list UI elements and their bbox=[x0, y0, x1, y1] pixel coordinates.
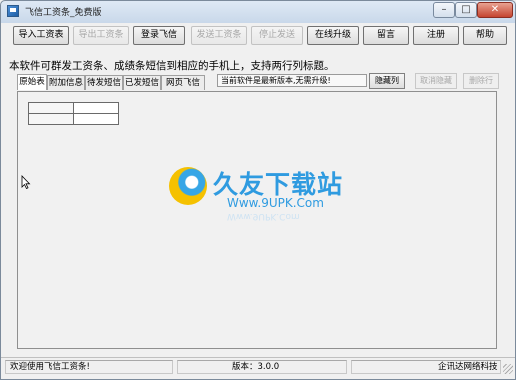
grid-cell[interactable] bbox=[28, 113, 74, 125]
table-row bbox=[28, 102, 119, 114]
online-upgrade-button[interactable]: 在线升级 bbox=[307, 26, 359, 45]
export-salary-button[interactable]: 导出工资条 bbox=[73, 26, 129, 45]
leave-message-button[interactable]: 留言 bbox=[363, 26, 409, 45]
help-button[interactable]: 帮助 bbox=[463, 26, 507, 45]
status-bar: 欢迎使用飞信工资条! 版本：3.0.0 企讯达网络科技 bbox=[1, 357, 515, 376]
tab-extra-info[interactable]: 附加信息 bbox=[47, 75, 85, 90]
hide-columns-button[interactable]: 隐藏列 bbox=[369, 73, 405, 89]
login-fetion-button[interactable]: 登录飞信 bbox=[133, 26, 185, 45]
table-row bbox=[28, 113, 119, 125]
grid-cell[interactable] bbox=[73, 102, 119, 114]
upgrade-status-message: 当前软件是最新版本,无需升级! bbox=[217, 74, 367, 87]
status-version: 版本：3.0.0 bbox=[177, 360, 347, 374]
description-text: 本软件可群发工资条、成绩条短信到相应的手机上，支持两行列标题。 bbox=[9, 60, 335, 72]
status-company: 企讯达网络科技 bbox=[351, 360, 501, 374]
window-title: 飞信工资条_免费版 bbox=[25, 8, 102, 18]
tab-original-sheet[interactable]: 原始表 bbox=[17, 74, 47, 90]
status-welcome: 欢迎使用飞信工资条! bbox=[5, 360, 173, 374]
resize-grip[interactable] bbox=[503, 364, 513, 374]
mouse-cursor-icon bbox=[21, 175, 31, 189]
watermark: 久友下载站 Www.9UPK.Com Www.9UPK.Com bbox=[169, 163, 349, 223]
tab-web-fetion[interactable]: 网页飞信 bbox=[161, 75, 205, 90]
minimize-button[interactable]: – bbox=[433, 2, 455, 18]
watermark-logo-icon bbox=[169, 167, 207, 205]
toolbar: 导入工资表 导出工资条 登录飞信 发送工资条 停止发送 在线升级 留言 注册 帮… bbox=[1, 23, 515, 47]
stop-send-button[interactable]: 停止发送 bbox=[251, 26, 303, 45]
cancel-hide-button[interactable]: 取消隐藏 bbox=[415, 73, 457, 89]
watermark-url: Www.9UPK.Com bbox=[227, 196, 324, 210]
grid-cell[interactable] bbox=[73, 113, 119, 125]
watermark-url-reflection: Www.9UPK.Com bbox=[227, 211, 300, 221]
app-icon bbox=[7, 5, 19, 17]
grid-cell[interactable] bbox=[28, 102, 74, 114]
maximize-button[interactable]: □ bbox=[455, 2, 477, 18]
send-salary-button[interactable]: 发送工资条 bbox=[191, 26, 247, 45]
close-button[interactable]: ✕ bbox=[477, 2, 513, 18]
title-bar: 飞信工资条_免费版 – □ ✕ bbox=[1, 1, 515, 21]
app-window: 飞信工资条_免费版 – □ ✕ 导入工资表 导出工资条 登录飞信 发送工资条 停… bbox=[0, 0, 516, 380]
tab-pending-sms[interactable]: 待发短信 bbox=[85, 75, 123, 90]
register-button[interactable]: 注册 bbox=[413, 26, 459, 45]
tab-sent-sms[interactable]: 已发短信 bbox=[123, 75, 161, 90]
grid-table[interactable] bbox=[28, 102, 119, 125]
delete-row-button[interactable]: 删除行 bbox=[463, 73, 499, 89]
import-salary-button[interactable]: 导入工资表 bbox=[13, 26, 69, 45]
